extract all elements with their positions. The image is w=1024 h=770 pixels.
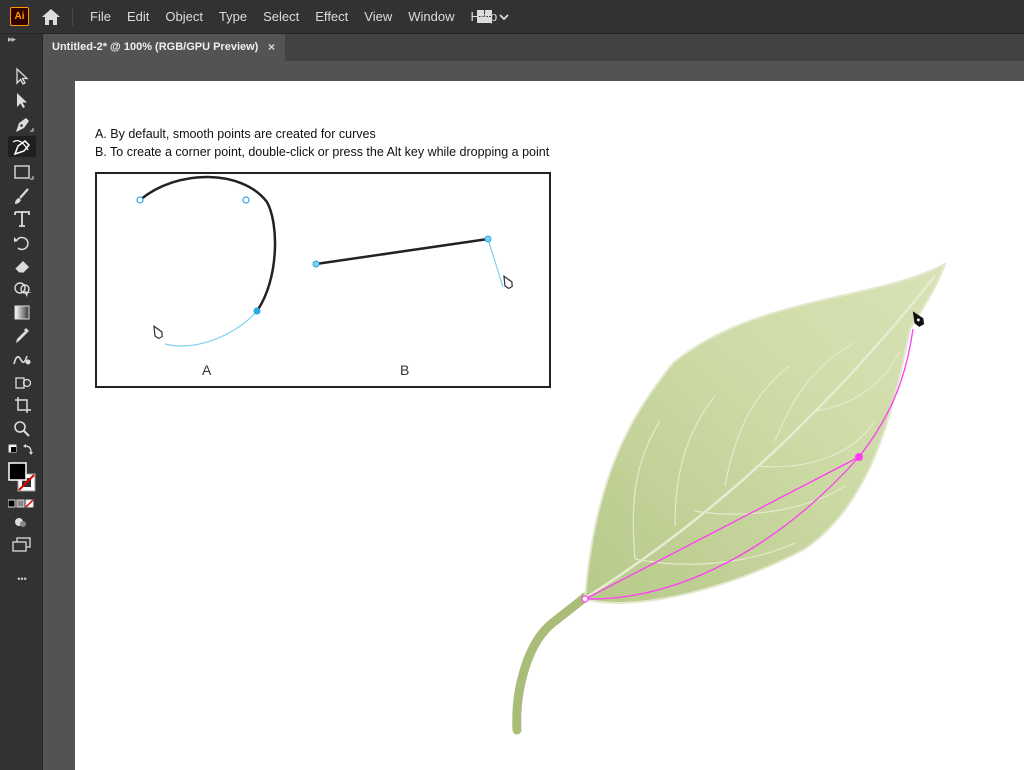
shape-builder-tool[interactable] (8, 278, 36, 299)
illustrator-logo: Ai (10, 7, 29, 26)
anchor-point (581, 595, 589, 603)
menu-file[interactable]: File (82, 0, 119, 33)
paintbrush-icon (15, 188, 29, 204)
draw-mode-button[interactable] (8, 514, 36, 530)
rotate-icon (14, 236, 29, 251)
leaf-stem (512, 592, 590, 735)
fill-stroke-swatches[interactable] (8, 462, 36, 494)
magnifier-icon (14, 421, 30, 437)
pen-tool[interactable] (8, 114, 36, 135)
zoom-tool[interactable] (8, 418, 36, 439)
menu-divider (72, 8, 73, 26)
menu-window[interactable]: Window (400, 0, 462, 33)
blend-tool[interactable] (8, 348, 36, 369)
selection-arrow-icon (16, 67, 29, 85)
curvature-tool[interactable] (8, 136, 36, 157)
shape-builder-icon (14, 282, 32, 297)
paintbrush-tool[interactable] (8, 186, 36, 207)
symbol-sprayer-icon (15, 377, 32, 389)
rotate-tool[interactable] (8, 232, 36, 253)
curvature-pen-icon (12, 140, 31, 156)
type-icon (14, 211, 30, 227)
eraser-icon (14, 261, 29, 274)
direct-selection-arrow-icon (17, 93, 27, 108)
collapse-panel-button[interactable]: ▸▸ (8, 34, 16, 45)
home-icon (42, 9, 60, 25)
workspace-switcher-button[interactable] (475, 9, 515, 25)
gradient-tool[interactable] (8, 302, 36, 323)
symbol-sprayer-tool[interactable] (8, 372, 36, 393)
screen-mode-icon (12, 537, 31, 552)
tools-panel: ▸▸ ••• (0, 34, 43, 770)
pen-icon (16, 118, 34, 132)
menu-object[interactable]: Object (157, 0, 211, 33)
blend-icon (13, 355, 31, 365)
menu-select[interactable]: Select (255, 0, 307, 33)
document-tab[interactable]: Untitled-2* @ 100% (RGB/GPU Preview) × (42, 34, 285, 61)
screen-mode-button[interactable] (8, 536, 36, 554)
canvas-area[interactable]: A. By default, smooth points are created… (43, 61, 1024, 770)
eyedropper-tool[interactable] (8, 324, 36, 345)
home-button[interactable] (39, 6, 63, 28)
gradient-icon (14, 305, 30, 320)
artboard-icon (15, 397, 31, 413)
eraser-tool[interactable] (8, 256, 36, 277)
workspace-layout-icon (477, 10, 509, 23)
rectangle-tool[interactable] (8, 162, 36, 183)
menu-type[interactable]: Type (211, 0, 255, 33)
artboard[interactable]: A. By default, smooth points are created… (75, 81, 1024, 770)
document-tab-title: Untitled-2* @ 100% (RGB/GPU Preview) (52, 41, 259, 53)
artboard-tool[interactable] (8, 394, 36, 415)
main-menu: File Edit Object Type Select Effect View… (82, 0, 505, 33)
tab-close-button[interactable]: × (268, 34, 275, 61)
menu-edit[interactable]: Edit (119, 0, 157, 33)
color-gradient-none-icon (8, 499, 34, 508)
color-mode-buttons[interactable] (8, 498, 36, 510)
leaf-blade (583, 261, 947, 604)
direct-selection-tool[interactable] (8, 90, 36, 111)
menu-bar: Ai File Edit Object Type Select Effect V… (0, 0, 1024, 34)
document-tab-bar: Untitled-2* @ 100% (RGB/GPU Preview) × (42, 34, 1024, 61)
selected-anchor-point (855, 453, 863, 461)
color-defaults-swap[interactable] (8, 442, 36, 460)
rectangle-icon (14, 165, 34, 180)
fill-stroke-icon (8, 462, 36, 492)
edit-toolbar-button[interactable]: ••• (8, 570, 36, 588)
draw-mode-icon (15, 518, 26, 527)
selection-tool[interactable] (8, 66, 36, 87)
eyedropper-icon (16, 328, 29, 343)
swap-colors-icon (8, 444, 33, 455)
menu-effect[interactable]: Effect (307, 0, 356, 33)
leaf-artwork (512, 261, 947, 735)
menu-view[interactable]: View (356, 0, 400, 33)
type-tool[interactable] (8, 208, 36, 229)
